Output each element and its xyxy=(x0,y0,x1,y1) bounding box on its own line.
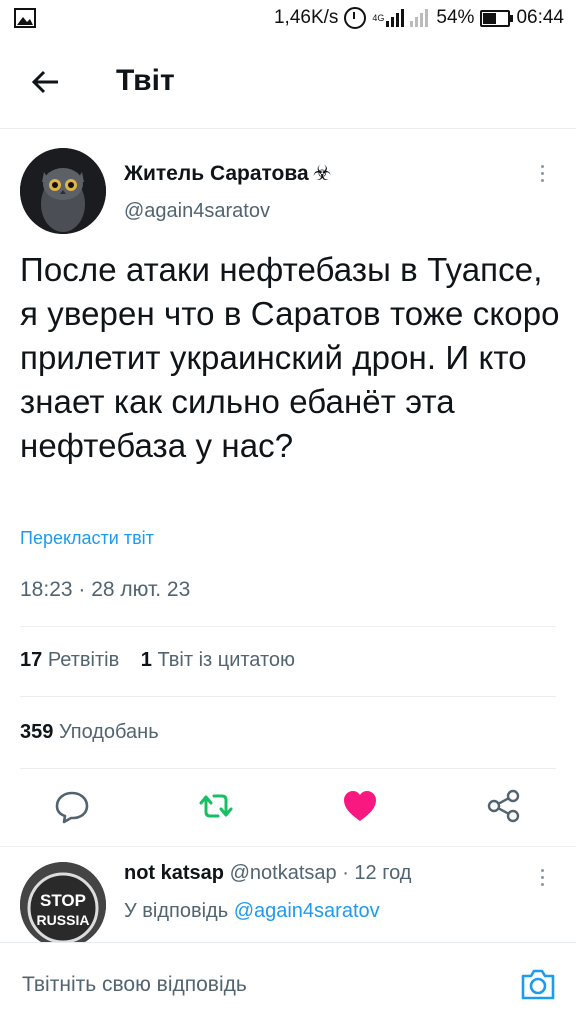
tweet-text: После атаки нефтебазы в Туапсе, я уверен… xyxy=(20,251,560,464)
gallery-notification-icon xyxy=(14,8,36,34)
author-name[interactable]: Житель Саратова ☣ xyxy=(124,161,332,186)
retweet-stats-row: 17 Ретвітів 1 Твіт із цитатою xyxy=(20,649,295,672)
clock-time: 06:44 xyxy=(516,7,564,28)
divider xyxy=(0,846,576,847)
reply-time: 12 год xyxy=(354,862,412,884)
reply-tweet[interactable]: STOP RUSSIA not katsap @notkatsap · 12 г… xyxy=(0,848,576,944)
signal-icon xyxy=(386,9,429,27)
divider xyxy=(20,768,556,769)
status-bar: 1,46K/s 4G 54% 06:44 xyxy=(0,0,576,40)
like-button[interactable] xyxy=(340,786,380,826)
network-speed: 1,46K/s xyxy=(273,7,339,28)
svg-text:RUSSIA: RUSSIA xyxy=(37,912,90,928)
retweets-stat[interactable]: 17 Ретвітів xyxy=(20,649,119,671)
retweet-icon xyxy=(199,794,233,818)
reply-button[interactable] xyxy=(52,786,92,826)
quotes-stat[interactable]: 1 Твіт із цитатою xyxy=(141,649,295,671)
top-app-bar: Твіт xyxy=(0,40,576,129)
divider xyxy=(20,626,556,627)
biohazard-icon: ☣ xyxy=(312,162,332,185)
reply-more-options-button[interactable] xyxy=(534,866,552,890)
likes-label: Уподобань xyxy=(58,721,159,743)
retweets-count: 17 xyxy=(20,649,43,671)
retweets-label: Ретвітів xyxy=(47,649,120,671)
reply-input[interactable]: Твітніть свою відповідь xyxy=(22,973,247,997)
back-button[interactable] xyxy=(24,60,68,104)
share-button[interactable] xyxy=(484,786,524,826)
retweet-button[interactable] xyxy=(196,786,236,826)
network-type: 4G xyxy=(372,13,385,23)
translate-tweet-link[interactable]: Перекласти твіт xyxy=(20,528,154,549)
share-icon xyxy=(487,789,520,823)
reply-icon xyxy=(55,791,89,824)
heart-icon xyxy=(344,791,376,821)
owl-avatar-image xyxy=(20,148,106,234)
status-icons: 1,46K/s 4G 54% 06:44 xyxy=(274,7,564,29)
reply-to-handle-link[interactable]: @again4saratov xyxy=(234,900,380,922)
arrow-left-icon xyxy=(31,70,58,94)
alarm-icon xyxy=(344,7,367,29)
more-options-button[interactable] xyxy=(534,162,552,186)
camera-button[interactable] xyxy=(520,967,556,1001)
battery-percent: 54% xyxy=(436,7,475,28)
likes-stat[interactable]: 359 Уподобань xyxy=(20,721,159,743)
author-name-text: Житель Саратова xyxy=(124,162,309,185)
more-vertical-icon xyxy=(541,869,544,872)
likes-count: 359 xyxy=(20,721,54,743)
reply-to-prefix: У відповідь xyxy=(124,900,229,922)
camera-icon xyxy=(521,969,555,1000)
tweet-timestamp: 18:23 · 28 лют. 23 xyxy=(20,578,191,601)
reply-author-avatar[interactable]: STOP RUSSIA xyxy=(20,862,106,944)
author-handle[interactable]: @again4saratov xyxy=(124,200,270,223)
tweet-actions-bar xyxy=(0,776,576,836)
battery-icon xyxy=(480,9,514,27)
divider xyxy=(20,696,556,697)
reply-composer: Твітніть свою відповідь xyxy=(0,942,576,1025)
reply-to-line: У відповідь @again4saratov xyxy=(124,900,380,923)
reply-header: not katsap @notkatsap · 12 год xyxy=(124,862,411,885)
more-vertical-icon xyxy=(541,165,544,168)
quotes-label: Твіт із цитатою xyxy=(157,649,296,671)
reply-separator: · xyxy=(342,862,349,884)
avatar-text: STOP xyxy=(40,891,86,910)
likes-stats-row: 359 Уподобань xyxy=(20,721,159,744)
reply-author-handle[interactable]: @notkatsap xyxy=(230,862,337,884)
page-title: Твіт xyxy=(116,64,175,97)
reply-author-name[interactable]: not katsap xyxy=(124,862,224,884)
author-avatar[interactable] xyxy=(20,148,106,234)
quotes-count: 1 xyxy=(140,649,152,671)
stop-russia-avatar-image: STOP RUSSIA xyxy=(20,862,106,944)
